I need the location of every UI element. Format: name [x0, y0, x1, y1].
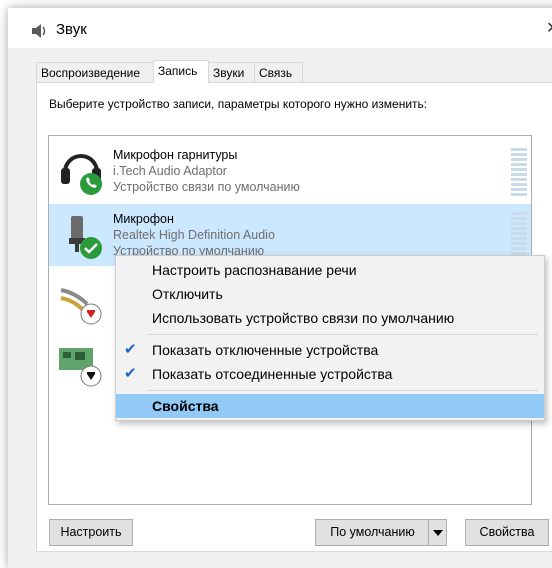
sound-card-icon — [59, 348, 102, 387]
configure-button[interactable]: Настроить — [49, 519, 133, 546]
tab-recording[interactable]: Запись — [153, 60, 209, 83]
disconnected-down-arrow-icon — [80, 365, 102, 387]
instruction-text: Выберите устройство записи, параметры ко… — [49, 97, 428, 111]
properties-button[interactable]: Свойства — [465, 519, 549, 546]
window-title: Звук — [56, 21, 87, 38]
menu-item-disable[interactable]: Отключить — [116, 282, 544, 306]
close-icon[interactable]: ✕ — [546, 18, 552, 38]
device-name: Микрофон гарнитуры — [113, 148, 238, 162]
menu-separator — [148, 390, 538, 391]
chevron-down-icon[interactable] — [428, 520, 446, 545]
device-status: Устройство связи по умолчанию — [113, 180, 300, 194]
device-item-headset-mic[interactable]: Микрофон гарнитуры i.Tech Audio Adaptor … — [49, 140, 531, 202]
speaker-icon — [32, 24, 46, 38]
headset-icon — [61, 154, 102, 195]
line-in-cable-icon — [60, 288, 102, 325]
device-name: Микрофон — [113, 212, 174, 226]
level-meter — [511, 148, 529, 198]
menu-item-label: Свойства — [152, 398, 219, 414]
menu-item-label: Отключить — [152, 286, 223, 302]
set-default-button[interactable]: По умолчанию — [315, 519, 447, 546]
device-driver: Realtek High Definition Audio — [113, 228, 275, 242]
menu-item-configure-speech[interactable]: Настроить распознавание речи — [116, 258, 544, 282]
microphone-icon — [69, 216, 102, 259]
menu-item-set-default-comm[interactable]: Использовать устройство связи по умолчан… — [116, 306, 544, 330]
checkmark-icon: ✔ — [124, 341, 137, 358]
menu-item-show-disabled[interactable]: ✔ Показать отключенные устройства — [116, 338, 544, 362]
phone-badge-icon — [80, 173, 102, 195]
tab-sounds[interactable]: Звуки — [208, 62, 255, 82]
context-menu: Настроить распознавание речи Отключить И… — [115, 255, 545, 421]
menu-item-label: Показать отсоединенные устройства — [152, 366, 393, 382]
checkmark-icon: ✔ — [124, 365, 137, 382]
tab-communications[interactable]: Связь — [254, 62, 303, 82]
menu-item-label: Настроить распознавание речи — [152, 262, 357, 278]
menu-item-properties[interactable]: Свойства — [116, 394, 544, 418]
menu-item-show-disconnected[interactable]: ✔ Показать отсоединенные устройства — [116, 362, 544, 386]
disabled-down-arrow-icon — [80, 303, 102, 325]
set-default-label: По умолчанию — [330, 525, 415, 539]
menu-item-label: Использовать устройство связи по умолчан… — [152, 310, 455, 326]
menu-item-label: Показать отключенные устройства — [152, 342, 379, 358]
tab-playback[interactable]: Воспроизведение — [36, 62, 154, 82]
device-driver: i.Tech Audio Adaptor — [113, 164, 227, 178]
title-bar: Звук ✕ — [8, 8, 552, 48]
menu-separator — [148, 334, 538, 335]
check-badge-icon — [80, 237, 102, 259]
